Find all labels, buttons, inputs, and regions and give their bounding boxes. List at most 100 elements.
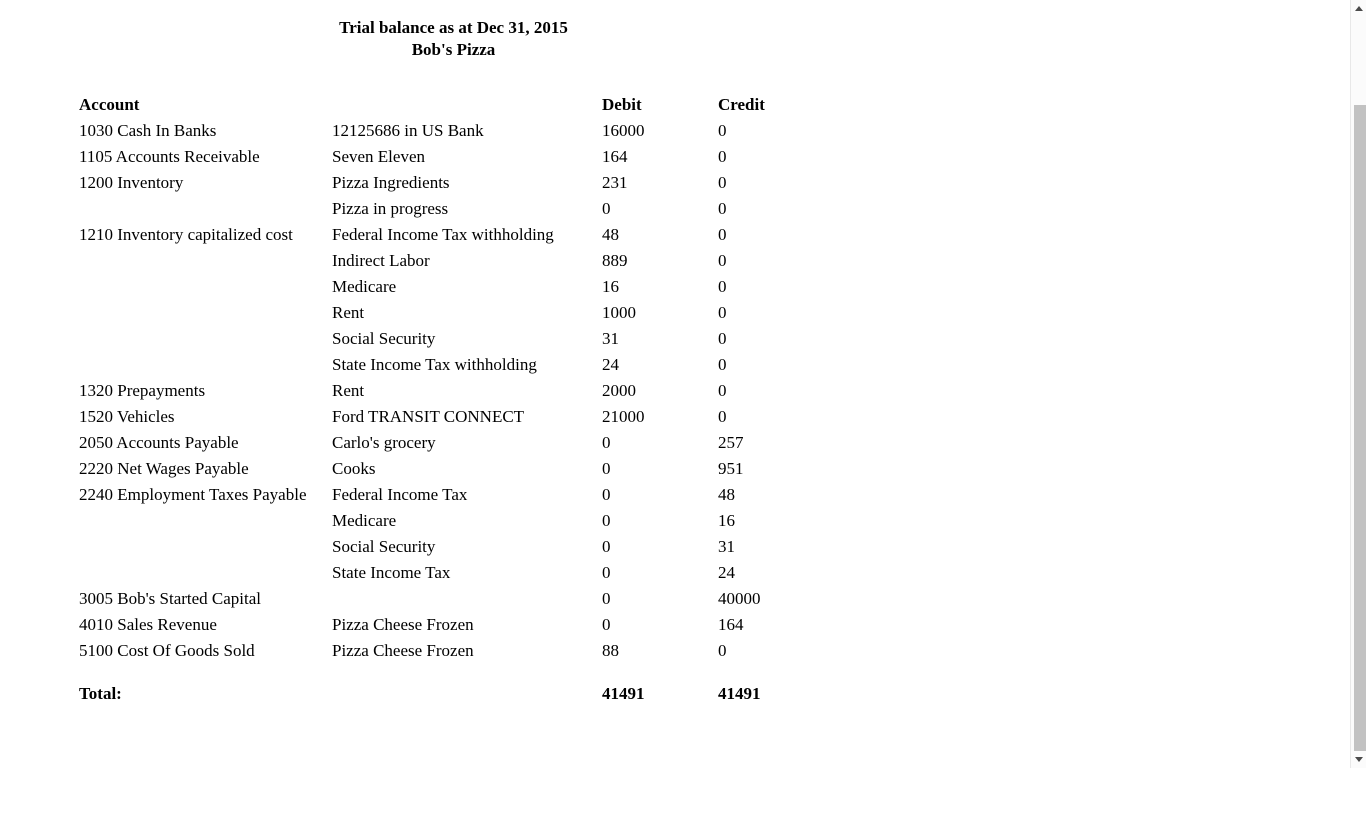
table-row: Social Security 0 31 bbox=[0, 534, 1000, 560]
cell-credit: 0 bbox=[718, 407, 727, 426]
cell-debit: 1000 bbox=[602, 303, 636, 322]
cell-description: Medicare bbox=[332, 277, 397, 296]
column-header-account: Account bbox=[79, 95, 140, 114]
document-page: Trial balance as at Dec 31, 2015 Bob's P… bbox=[0, 0, 1350, 768]
scroll-down-button[interactable] bbox=[1351, 751, 1366, 768]
table-row: 1320 Prepayments Rent 2000 0 bbox=[0, 378, 1000, 404]
table-row: 1105 Accounts Receivable Seven Eleven 16… bbox=[0, 144, 1000, 170]
cell-debit: 2000 bbox=[602, 381, 636, 400]
table-row: 1520 Vehicles Ford TRANSIT CONNECT 21000… bbox=[0, 404, 1000, 430]
cell-debit: 0 bbox=[602, 511, 611, 530]
table-row: 1200 Inventory Pizza Ingredients 231 0 bbox=[0, 170, 1000, 196]
cell-description: 12125686 in US Bank bbox=[332, 121, 484, 140]
cell-debit: 0 bbox=[602, 615, 611, 634]
cell-description: Federal Income Tax withholding bbox=[332, 225, 554, 244]
cell-description: State Income Tax withholding bbox=[332, 355, 537, 374]
table-header-row: Account Debit Credit bbox=[0, 92, 1000, 118]
table-row: 1210 Inventory capitalized cost Federal … bbox=[0, 222, 1000, 248]
cell-description: Social Security bbox=[332, 329, 436, 348]
cell-description: Pizza Cheese Frozen bbox=[332, 641, 474, 660]
cell-account: 3005 Bob's Started Capital bbox=[79, 589, 262, 608]
cell-account: 5100 Cost Of Goods Sold bbox=[79, 641, 255, 660]
cell-debit: 0 bbox=[602, 199, 611, 218]
table-total-row: Total: 41491 41491 bbox=[0, 681, 1000, 707]
table-row: Rent 1000 0 bbox=[0, 300, 1000, 326]
cell-debit: 231 bbox=[602, 173, 628, 192]
cell-credit: 0 bbox=[718, 381, 727, 400]
cell-description: Ford TRANSIT CONNECT bbox=[332, 407, 525, 426]
table-row: 2050 Accounts Payable Carlo's grocery 0 … bbox=[0, 430, 1000, 456]
table-row: Indirect Labor 889 0 bbox=[0, 248, 1000, 274]
cell-credit: 0 bbox=[718, 303, 727, 322]
cell-debit: 889 bbox=[602, 251, 628, 270]
cell-debit: 0 bbox=[602, 537, 611, 556]
cell-account: 1210 Inventory capitalized cost bbox=[79, 225, 293, 244]
cell-account: 1030 Cash In Banks bbox=[79, 121, 217, 140]
cell-credit: 164 bbox=[718, 615, 744, 634]
cell-debit: 88 bbox=[602, 641, 619, 660]
table-row: State Income Tax 0 24 bbox=[0, 560, 1000, 586]
cell-debit: 0 bbox=[602, 563, 611, 582]
total-credit: 41491 bbox=[718, 684, 761, 703]
cell-debit: 31 bbox=[602, 329, 619, 348]
cell-debit: 0 bbox=[602, 589, 611, 608]
cell-debit: 0 bbox=[602, 459, 611, 478]
scrollbar-thumb[interactable] bbox=[1354, 105, 1366, 754]
cell-credit: 0 bbox=[718, 199, 727, 218]
cell-credit: 0 bbox=[718, 173, 727, 192]
table-row: Pizza in progress 0 0 bbox=[0, 196, 1000, 222]
table-row: Medicare 0 16 bbox=[0, 508, 1000, 534]
scroll-down-arrow-icon bbox=[1354, 757, 1363, 762]
cell-debit: 24 bbox=[602, 355, 619, 374]
column-header-debit: Debit bbox=[602, 95, 642, 114]
cell-credit: 0 bbox=[718, 251, 727, 270]
cell-description: Pizza Cheese Frozen bbox=[332, 615, 474, 634]
scrollbar-track[interactable] bbox=[1351, 17, 1366, 754]
trial-balance-table: Account Debit Credit 1030 Cash In Banks … bbox=[0, 92, 1000, 707]
vertical-scrollbar[interactable] bbox=[1350, 0, 1366, 768]
cell-credit: 48 bbox=[718, 485, 735, 504]
table-row: 3005 Bob's Started Capital 0 40000 bbox=[0, 586, 1000, 612]
cell-description: Medicare bbox=[332, 511, 397, 530]
cell-credit: 0 bbox=[718, 641, 727, 660]
scroll-up-button[interactable] bbox=[1351, 0, 1366, 17]
cell-credit: 31 bbox=[718, 537, 735, 556]
total-label: Total: bbox=[79, 684, 122, 703]
table-row: 2220 Net Wages Payable Cooks 0 951 bbox=[0, 456, 1000, 482]
cell-description: Pizza Ingredients bbox=[332, 173, 450, 192]
cell-debit: 0 bbox=[602, 485, 611, 504]
table-row: Social Security 31 0 bbox=[0, 326, 1000, 352]
cell-account: 1520 Vehicles bbox=[79, 407, 175, 426]
cell-debit: 0 bbox=[602, 433, 611, 452]
cell-account: 2050 Accounts Payable bbox=[79, 433, 239, 452]
cell-credit: 0 bbox=[718, 277, 727, 296]
cell-account: 1105 Accounts Receivable bbox=[79, 147, 260, 166]
cell-description: Carlo's grocery bbox=[332, 433, 436, 452]
cell-credit: 0 bbox=[718, 225, 727, 244]
cell-credit: 257 bbox=[718, 433, 744, 452]
cell-credit: 0 bbox=[718, 355, 727, 374]
cell-credit: 16 bbox=[718, 511, 735, 530]
table-row: 4010 Sales Revenue Pizza Cheese Frozen 0… bbox=[0, 612, 1000, 638]
cell-description: Cooks bbox=[332, 459, 376, 478]
cell-credit: 24 bbox=[718, 563, 735, 582]
report-title-primary: Trial balance as at Dec 31, 2015 bbox=[339, 18, 568, 37]
cell-account: 4010 Sales Revenue bbox=[79, 615, 217, 634]
table-row: 5100 Cost Of Goods Sold Pizza Cheese Fro… bbox=[0, 638, 1000, 664]
table-row: 2240 Employment Taxes Payable Federal In… bbox=[0, 482, 1000, 508]
cell-debit: 48 bbox=[602, 225, 619, 244]
cell-credit: 0 bbox=[718, 329, 727, 348]
cell-description: Indirect Labor bbox=[332, 251, 430, 270]
cell-description: Pizza in progress bbox=[332, 199, 449, 218]
table-row: State Income Tax withholding 24 0 bbox=[0, 352, 1000, 378]
cell-description: Rent bbox=[332, 381, 365, 400]
cell-account: 2240 Employment Taxes Payable bbox=[79, 485, 307, 504]
scroll-up-arrow-icon bbox=[1354, 6, 1363, 11]
cell-description: Federal Income Tax bbox=[332, 485, 468, 504]
cell-account: 2220 Net Wages Payable bbox=[79, 459, 249, 478]
cell-debit: 21000 bbox=[602, 407, 645, 426]
column-header-credit: Credit bbox=[718, 95, 765, 114]
table-spacer bbox=[0, 664, 1000, 681]
cell-description: State Income Tax bbox=[332, 563, 451, 582]
cell-debit: 16 bbox=[602, 277, 619, 296]
